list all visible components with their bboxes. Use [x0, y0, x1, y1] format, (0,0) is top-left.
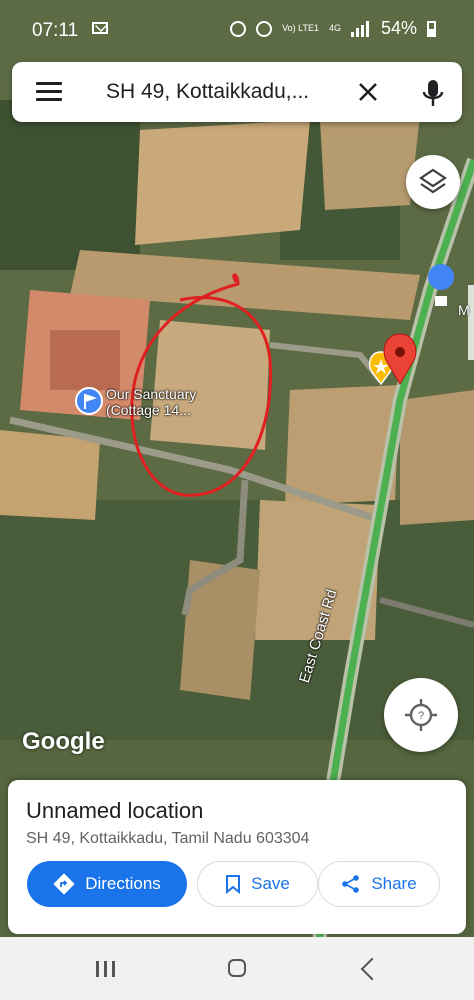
mute-icon: [256, 20, 273, 37]
battery-icon: [427, 20, 436, 37]
share-button[interactable]: Share: [318, 861, 440, 907]
home-icon[interactable]: [228, 959, 246, 977]
recent-apps-icon[interactable]: [96, 961, 118, 977]
google-logo: Google: [22, 728, 105, 755]
volte-label: Vo) LTE1: [282, 23, 319, 33]
share-icon: [342, 875, 360, 893]
search-query[interactable]: SH 49, Kottaikkadu,...: [106, 80, 346, 104]
directions-icon: [53, 873, 75, 895]
share-label: Share: [371, 874, 417, 893]
search-bar[interactable]: SH 49, Kottaikkadu,...: [12, 62, 462, 122]
place-title: Unnamed location: [26, 798, 204, 823]
status-time: 07:11: [32, 20, 79, 41]
save-button[interactable]: Save: [197, 861, 318, 907]
layers-icon: [419, 168, 447, 194]
back-icon[interactable]: [360, 957, 384, 981]
place-label-line2: (Cottage 14...: [106, 402, 191, 418]
svg-text:?: ?: [418, 710, 424, 722]
network-type-label: 4G: [328, 23, 341, 33]
close-icon[interactable]: [354, 78, 382, 106]
directions-button[interactable]: Directions: [27, 861, 187, 907]
status-icons: Vo) LTE1 4G 54%: [230, 18, 436, 39]
signal-icon: [350, 20, 371, 37]
partial-place-label: M: [458, 302, 470, 318]
save-label: Save: [251, 874, 290, 893]
directions-label: Directions: [85, 874, 161, 893]
place-label-line1: Our Sanctuary: [106, 386, 197, 402]
bookmark-icon: [226, 875, 241, 894]
location-crosshair-icon: ?: [405, 699, 437, 731]
place-address: SH 49, Kottaikkadu, Tamil Nadu 603304: [26, 830, 310, 847]
place-card[interactable]: Unnamed location SH 49, Kottaikkadu, Tam…: [8, 780, 466, 934]
status-bar: 07:11 Vo) LTE1 4G 54%: [0, 0, 474, 60]
layers-button[interactable]: [406, 155, 460, 209]
alarm-icon: [230, 20, 247, 37]
menu-icon[interactable]: [36, 82, 62, 102]
battery-percent: 54%: [380, 18, 417, 38]
place-label[interactable]: Our Sanctuary (Cottage 14...: [106, 386, 196, 418]
mail-icon: [92, 22, 108, 34]
place-pin[interactable]: [75, 387, 103, 415]
mic-icon[interactable]: [420, 78, 446, 108]
my-location-button[interactable]: ?: [384, 678, 458, 752]
navigation-bar: [0, 937, 474, 1000]
